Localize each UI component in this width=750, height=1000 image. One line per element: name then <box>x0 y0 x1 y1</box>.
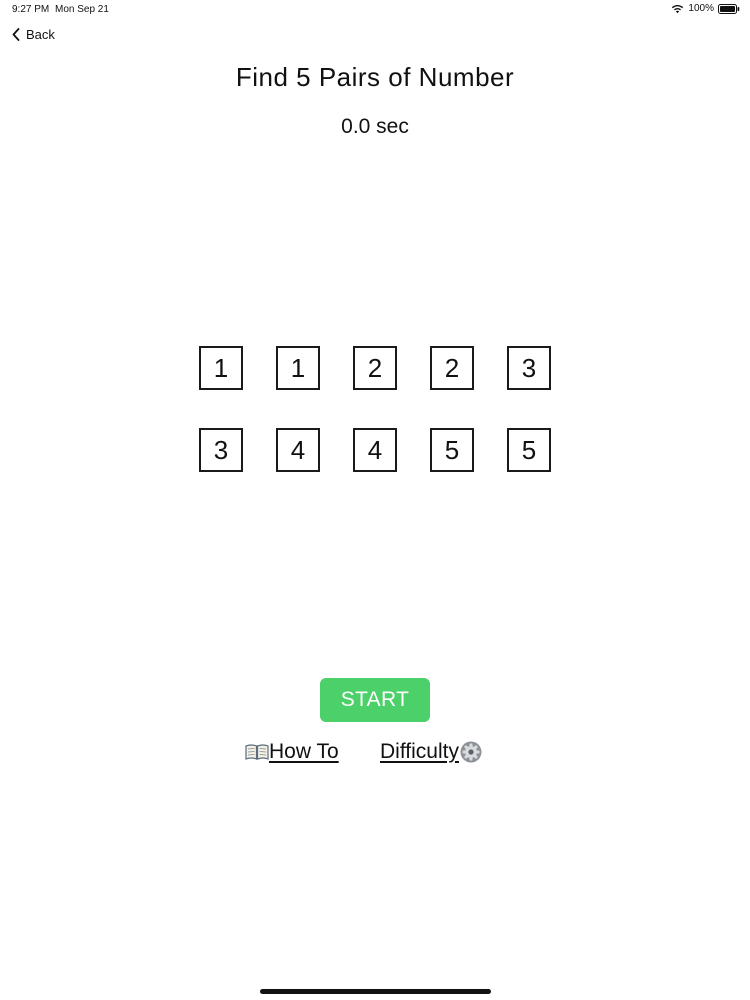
status-date: Mon Sep 21 <box>55 4 109 15</box>
how-to-link[interactable]: How To <box>245 740 339 764</box>
number-tile[interactable]: 2 <box>353 346 397 390</box>
number-tile[interactable]: 5 <box>507 428 551 472</box>
number-tile[interactable]: 4 <box>276 428 320 472</box>
battery-percent: 100% <box>688 3 714 14</box>
back-button[interactable]: Back <box>12 27 55 42</box>
start-button[interactable]: START <box>320 678 430 722</box>
status-time: 9:27 PM <box>12 4 50 15</box>
footer-links: How To Difficulty <box>0 740 750 770</box>
timer-display: 0.0 sec <box>341 115 409 138</box>
number-tile[interactable]: 3 <box>199 428 243 472</box>
number-tile[interactable]: 3 <box>507 346 551 390</box>
chevron-left-icon <box>12 28 20 41</box>
wifi-icon <box>672 4 684 13</box>
gear-icon <box>460 741 482 763</box>
number-tile[interactable]: 1 <box>199 346 243 390</box>
difficulty-label: Difficulty <box>380 740 459 763</box>
battery-icon <box>718 3 740 14</box>
difficulty-link[interactable]: Difficulty <box>380 740 483 764</box>
number-tile[interactable]: 5 <box>430 428 474 472</box>
back-label: Back <box>26 27 55 42</box>
status-indicators: 100% <box>671 3 740 14</box>
number-tile-grid: 1 1 2 2 3 3 4 4 5 5 <box>199 346 552 472</box>
page-title: Find 5 Pairs of Number <box>235 62 515 92</box>
status-bar: 9:27 PM Mon Sep 21 100% <box>0 0 750 18</box>
home-indicator <box>260 989 491 994</box>
how-to-label: How To <box>269 740 339 763</box>
open-book-icon <box>245 744 269 760</box>
number-tile[interactable]: 2 <box>430 346 474 390</box>
number-tile[interactable]: 1 <box>276 346 320 390</box>
number-tile[interactable]: 4 <box>353 428 397 472</box>
